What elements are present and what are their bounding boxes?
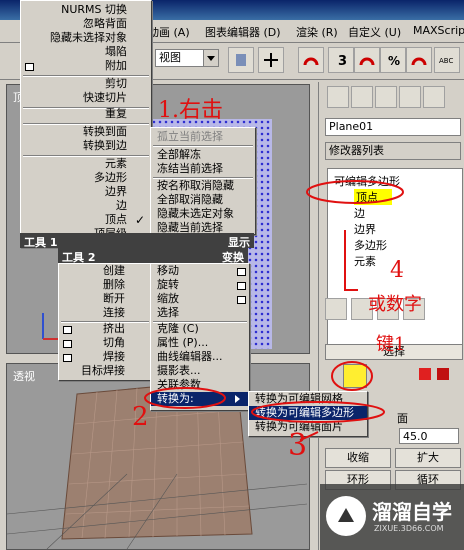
annotation-circle-editable-poly — [251, 401, 385, 423]
watermark-brand: 溜溜自学 — [372, 500, 452, 524]
annotation-circle-vertex — [306, 180, 404, 204]
annotation-step4-line1: 4 — [390, 258, 404, 283]
watermark-url: ZIXUE.3D66.COM — [374, 524, 444, 533]
annotation-step4-line2: 或数字 — [368, 294, 422, 315]
annotation-line — [344, 230, 358, 291]
annotation-step4-line3: 键1 — [376, 334, 406, 355]
annotation-step2: 2 — [132, 402, 149, 432]
watermark-logo-icon — [326, 496, 366, 536]
annotation-circle-vertex-mode — [331, 361, 373, 391]
annotation-circle-convert — [144, 387, 226, 409]
annotation-step1: 1.右击 — [158, 98, 223, 123]
watermark: 溜溜自学 ZIXUE.3D66.COM — [320, 484, 464, 550]
annotation-step3: 3 — [288, 428, 308, 463]
